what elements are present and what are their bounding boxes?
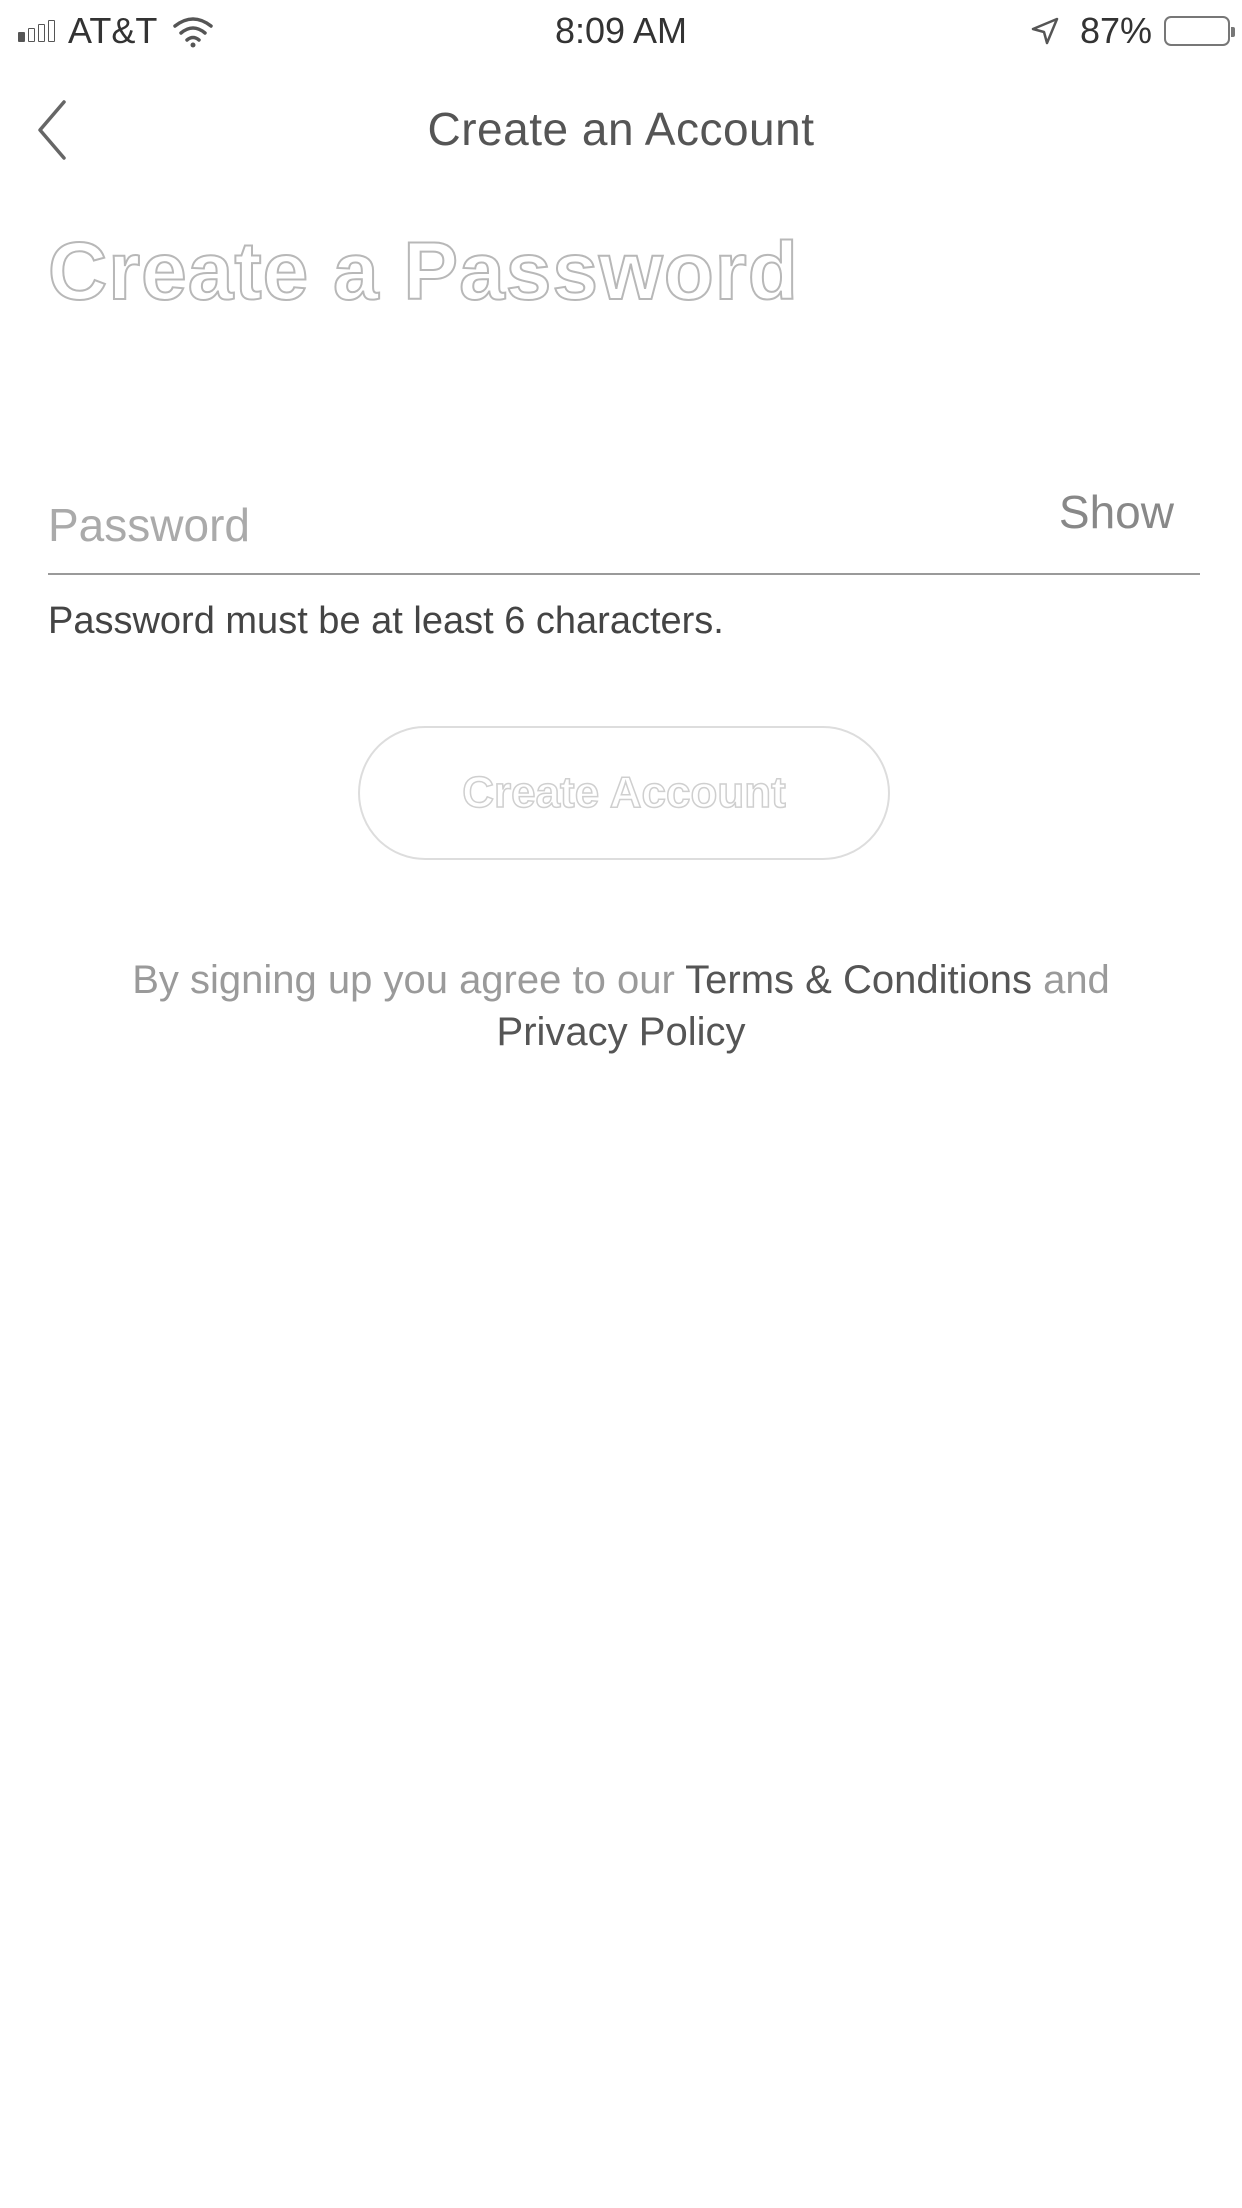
terms-link[interactable]: Terms & Conditions <box>685 958 1032 1002</box>
create-account-button[interactable]: Create Account <box>358 726 890 860</box>
battery-percent: 87% <box>1079 10 1152 51</box>
privacy-link[interactable]: Privacy Policy <box>497 1010 746 1054</box>
nav-title: Create an Account <box>427 103 815 155</box>
password-field: Show <box>48 475 1200 575</box>
battery-icon <box>1164 16 1235 46</box>
legal-prefix: By signing up you agree to our <box>132 958 686 1002</box>
legal-conjunction: and <box>1031 958 1110 1002</box>
nav-bar: Create an Account <box>0 60 1242 200</box>
status-bar: AT&T 8:09 AM 87% <box>0 0 1242 60</box>
status-bar-right: 87% <box>1030 10 1235 52</box>
location-arrow-icon <box>1031 17 1059 45</box>
password-hint: Password must be at least 6 characters. <box>48 600 724 642</box>
page-heading: Create a Password <box>47 225 799 318</box>
legal-text: By signing up you agree to our Terms & C… <box>60 954 1182 1058</box>
battery-fill <box>1169 21 1218 41</box>
password-input[interactable] <box>48 495 948 555</box>
show-password-button[interactable]: Show <box>1059 485 1174 539</box>
create-password-screen: AT&T 8:09 AM 87% Create an Account Creat… <box>0 0 1242 2208</box>
